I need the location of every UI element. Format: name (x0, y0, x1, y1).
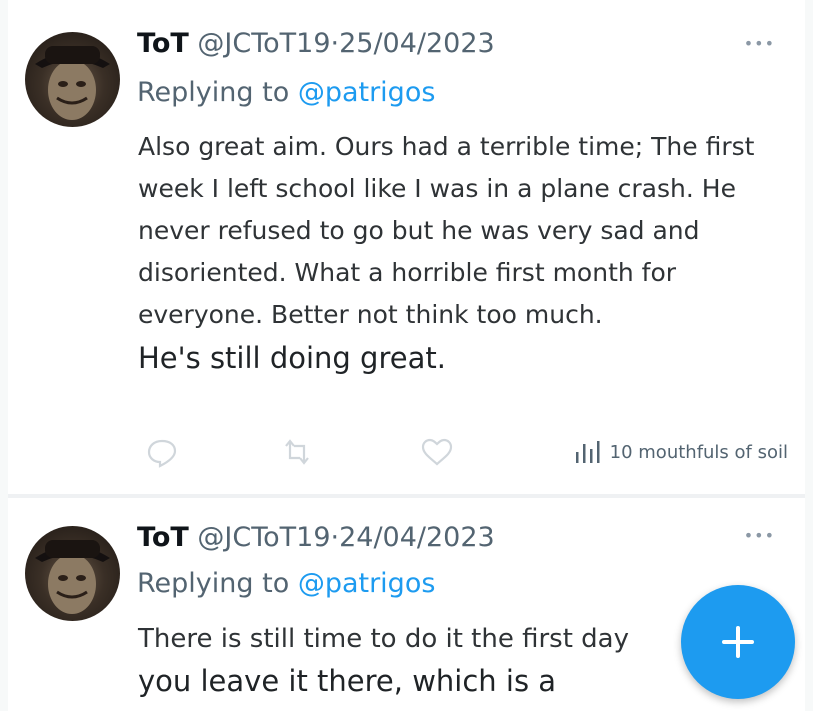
avatar[interactable] (25, 32, 120, 127)
tweet-text: Also great aim. Ours had a terrible time… (138, 132, 755, 329)
heart-icon[interactable] (420, 436, 454, 468)
views-label: 10 mouthfuls of soil (609, 441, 788, 463)
avatar-image (35, 46, 110, 120)
display-name[interactable]: ToT (137, 522, 189, 553)
replying-to: Replying to @patrigos (137, 568, 435, 599)
views-count[interactable]: 10 mouthfuls of soil (574, 440, 788, 464)
tweet-text-large: He's still doing great. (138, 341, 446, 375)
tweet-text: There is still time to do it the first d… (138, 624, 630, 654)
reply-icon[interactable] (146, 436, 178, 468)
more-icon[interactable]: ••• (744, 34, 775, 53)
tweet[interactable]: ToT @JCToT19·25/04/2023 ••• Replying to … (8, 0, 805, 494)
timeline-feed: ToT @JCToT19·25/04/2023 ••• Replying to … (8, 0, 805, 711)
tweet-date[interactable]: 25/04/2023 (339, 28, 495, 59)
more-icon[interactable]: ••• (744, 526, 775, 545)
tweet-text-large: you leave it there, which is a (138, 664, 557, 698)
user-handle[interactable]: @JCToT19 (197, 522, 330, 553)
replying-to: Replying to @patrigos (137, 77, 435, 108)
bar-chart-icon (575, 441, 600, 463)
tweet-date[interactable]: 24/04/2023 (339, 522, 495, 553)
replying-prefix: Replying to (137, 77, 290, 108)
avatar[interactable] (25, 526, 120, 621)
display-name[interactable]: ToT (137, 28, 189, 59)
separator: · (330, 28, 340, 59)
replying-prefix: Replying to (137, 568, 290, 599)
avatar-image (35, 540, 110, 614)
compose-button[interactable] (681, 585, 795, 699)
tweet-header: ToT @JCToT19·24/04/2023 (137, 522, 495, 553)
tweet[interactable]: ToT @JCToT19·24/04/2023 ••• Replying to … (8, 498, 805, 711)
plus-icon (722, 626, 754, 658)
tweet-header: ToT @JCToT19·25/04/2023 (137, 28, 495, 59)
tweet-actions: 10 mouthfuls of soil (138, 436, 788, 472)
replying-handle-link[interactable]: @patrigos (298, 77, 436, 108)
replying-handle-link[interactable]: @patrigos (298, 568, 436, 599)
retweet-icon[interactable] (280, 436, 314, 468)
user-handle[interactable]: @JCToT19 (197, 28, 330, 59)
separator: · (330, 522, 340, 553)
